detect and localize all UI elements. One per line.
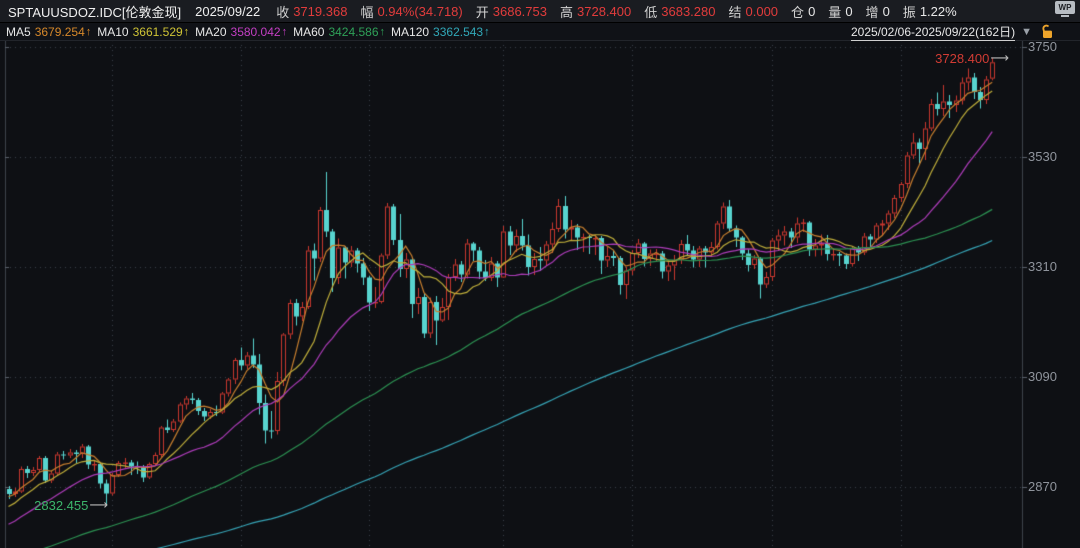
- field-increase: 增0: [866, 2, 890, 21]
- up-arrow-icon: ↑: [380, 26, 386, 38]
- field-openinterest: 仓0: [791, 2, 815, 21]
- quote-header: SPTAUUSDOZ.IDC[伦敦金现] 2025/09/22 收3719.36…: [0, 0, 1080, 23]
- field-change: 幅0.94%(34.718): [360, 2, 462, 21]
- date-range-selector[interactable]: 2025/02/06-2025/09/22(162日): [851, 23, 1015, 41]
- up-arrow-icon: ↑: [86, 26, 92, 38]
- wenhua-logo-icon: WP: [1054, 1, 1076, 21]
- ma-legend-bar: MA53679.254↑ MA103661.529↑ MA203580.042↑…: [0, 23, 1080, 41]
- terminal-window: SPTAUUSDOZ.IDC[伦敦金现] 2025/09/22 收3719.36…: [0, 0, 1080, 548]
- up-arrow-icon: ↑: [184, 26, 190, 38]
- unlock-icon[interactable]: [1040, 24, 1054, 39]
- ma60-legend: MA603424.586↑: [293, 25, 385, 39]
- low-price-annotation: 2832.455 ⟶: [34, 497, 108, 513]
- up-arrow-icon: ↑: [484, 26, 490, 38]
- field-close: 收3719.368: [276, 2, 347, 21]
- ma10-legend: MA103661.529↑: [97, 25, 189, 39]
- field-open: 开3686.753: [476, 2, 547, 21]
- candlestick-canvas[interactable]: [0, 0, 1080, 548]
- chevron-down-icon[interactable]: ▼: [1021, 26, 1032, 38]
- ma20-legend: MA203580.042↑: [195, 25, 287, 39]
- field-high: 高3728.400: [560, 2, 631, 21]
- ma5-legend: MA53679.254↑: [6, 25, 91, 39]
- field-settle: 结0.000: [728, 2, 778, 21]
- high-price-annotation: 3728.400 ⟶: [935, 50, 1009, 66]
- field-low: 低3683.280: [644, 2, 715, 21]
- y-axis-tick: 3310: [1028, 258, 1076, 276]
- symbol-title: SPTAUUSDOZ.IDC[伦敦金现]: [8, 2, 181, 21]
- y-axis-tick: 3750: [1028, 38, 1076, 56]
- arrow-right-icon: ⟶: [990, 50, 1009, 66]
- quote-date: 2025/09/22: [195, 4, 260, 19]
- y-axis-tick: 3090: [1028, 368, 1076, 386]
- ma120-legend: MA1203362.543↑: [391, 25, 490, 39]
- y-axis-tick: 2870: [1028, 478, 1076, 496]
- field-amplitude: 振1.22%: [903, 2, 957, 21]
- y-axis-tick: 3530: [1028, 148, 1076, 166]
- up-arrow-icon: ↑: [282, 26, 288, 38]
- field-volume: 量0: [828, 2, 852, 21]
- arrow-right-icon: ⟶: [89, 497, 108, 513]
